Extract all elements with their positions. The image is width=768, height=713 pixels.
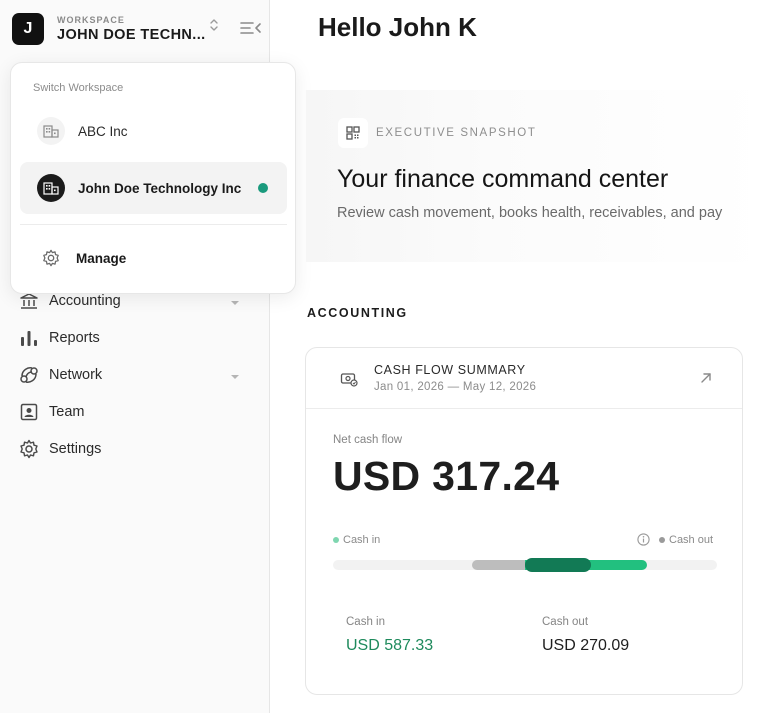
net-cash-flow-value: USD 317.24 — [333, 453, 560, 499]
workspace-option-john-doe[interactable]: John Doe Technology Inc — [20, 162, 287, 214]
arrow-up-right-icon[interactable] — [699, 371, 713, 385]
sidebar-item-reports[interactable]: Reports — [18, 319, 250, 356]
workspace-caption: WORKSPACE — [57, 15, 125, 25]
bar-chart-icon — [18, 327, 40, 349]
net-cash-flow-bar-segment — [525, 558, 591, 572]
gear-icon — [18, 438, 40, 460]
cash-in-value: USD 587.33 — [346, 637, 434, 654]
card-header: CASH FLOW SUMMARY Jan 01, 2026 — May 12,… — [306, 348, 742, 409]
building-icon — [37, 117, 65, 145]
workspace-option-abc[interactable]: ABC Inc — [20, 105, 287, 157]
cash-flow-summary-card: CASH FLOW SUMMARY Jan 01, 2026 — May 12,… — [305, 347, 743, 695]
workspace-avatar: J — [12, 13, 44, 45]
cash-flow-bar — [333, 558, 717, 572]
workspace-text: WORKSPACE JOHN DOE TECHN... — [57, 15, 206, 43]
dashboard-grid-icon — [338, 118, 368, 148]
workspace-option-label: John Doe Technology Inc — [78, 180, 242, 196]
sidebar-item-label: Accounting — [49, 292, 121, 309]
chevron-up-down-icon[interactable] — [208, 17, 220, 35]
section-title-accounting: ACCOUNTING — [307, 306, 408, 320]
cash-out-label: Cash out — [542, 616, 589, 628]
dropdown-caption: Switch Workspace — [33, 82, 124, 94]
cash-icon — [340, 371, 358, 387]
network-icon — [18, 364, 40, 386]
chevron-down-icon[interactable] — [230, 294, 240, 310]
legend-dot — [659, 537, 665, 543]
cash-out-value: USD 270.09 — [542, 637, 630, 654]
manage-label: Manage — [76, 250, 127, 266]
sidebar-nav: Accounting Reports Network Team Settings — [18, 282, 250, 467]
sidebar-item-network[interactable]: Network — [18, 356, 250, 393]
person-card-icon — [18, 401, 40, 423]
sidebar-item-label: Network — [49, 366, 103, 383]
card-title: CASH FLOW SUMMARY — [374, 363, 526, 377]
legend-cash-out: Cash out — [659, 534, 713, 546]
collapse-sidebar-icon[interactable] — [240, 18, 262, 38]
sidebar-item-label: Settings — [49, 440, 102, 457]
sidebar-item-label: Team — [49, 403, 85, 420]
legend-dot — [333, 537, 339, 543]
workspace-header[interactable]: J WORKSPACE JOHN DOE TECHN... — [12, 11, 262, 47]
building-icon — [37, 174, 65, 202]
legend-label: Cash out — [669, 534, 714, 546]
net-cash-flow-label: Net cash flow — [333, 434, 403, 446]
workspace-name: JOHN DOE TECHN... — [57, 27, 206, 43]
card-date-range: Jan 01, 2026 — May 12, 2026 — [374, 381, 537, 393]
chevron-down-icon[interactable] — [230, 368, 240, 384]
legend-label: Cash in — [343, 534, 381, 546]
gear-icon — [37, 244, 65, 272]
cash-out-bar-segment — [471, 560, 525, 570]
divider — [20, 224, 287, 225]
workspace-option-label: ABC Inc — [78, 123, 128, 139]
sidebar-item-team[interactable]: Team — [18, 393, 250, 430]
page-title: Hello John K — [318, 12, 477, 42]
sidebar-item-label: Reports — [49, 329, 100, 346]
legend-cash-in: Cash in — [333, 534, 380, 546]
cash-in-label: Cash in — [346, 616, 385, 628]
executive-snapshot-banner: EXECUTIVE SNAPSHOT Your finance command … — [306, 90, 768, 262]
manage-workspaces-button[interactable]: Manage — [20, 236, 287, 280]
snapshot-title: Your finance command center — [337, 165, 669, 193]
active-indicator-dot — [258, 183, 268, 193]
info-icon[interactable] — [637, 533, 650, 546]
sidebar-item-settings[interactable]: Settings — [18, 430, 250, 467]
cash-in-stat: Cash in USD 587.33 — [346, 616, 433, 655]
snapshot-description: Review cash movement, books health, rece… — [337, 205, 723, 221]
cash-out-stat: Cash out USD 270.09 — [542, 616, 629, 655]
snapshot-caption: EXECUTIVE SNAPSHOT — [376, 127, 537, 139]
workspace-switcher-dropdown: Switch Workspace ABC Inc John Doe Techno… — [10, 62, 296, 294]
